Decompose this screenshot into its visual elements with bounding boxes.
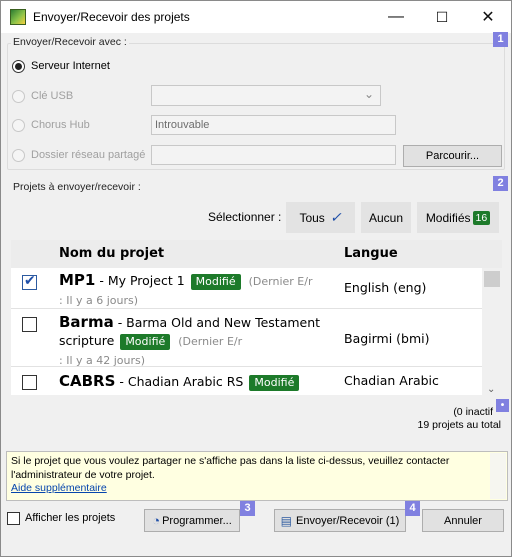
table-header: Nom du projet Langue [11, 240, 502, 268]
checkmark-icon: ✓ [329, 209, 342, 225]
send-with-label: Envoyer/Recevoir avec : [11, 36, 129, 48]
modified-badge: Modifié [120, 334, 171, 350]
last-sync-ago: : Il y a 42 jours) [59, 354, 146, 367]
select-modified-button[interactable]: Modifiés 16 [417, 202, 499, 233]
table-row[interactable]: MP1 - My Project 1 Modifié (Dernier E/r :… [11, 268, 482, 309]
inactive-count: (0 inactif [453, 406, 493, 418]
info-message: Si le projet que vous voulez partager ne… [11, 455, 450, 481]
section-4-badge: 4 [405, 501, 420, 516]
chorus-hub-radio[interactable] [12, 119, 25, 132]
project-code: CABRS [59, 372, 116, 390]
project-name-cell: Barma - Barma Old and New Testament scri… [59, 313, 339, 370]
usb-label: Clé USB [31, 90, 74, 102]
row-checkbox[interactable] [22, 273, 37, 290]
schedule-label: Programmer... [162, 514, 232, 527]
close-button[interactable]: ✕ [465, 1, 511, 33]
send-receive-label: Envoyer/Recevoir (1) [296, 514, 400, 527]
window-title: Envoyer/Recevoir des projets [33, 10, 190, 24]
section-2-badge: 2 [493, 176, 508, 191]
last-sync-label: (Dernier E/r [248, 275, 313, 288]
chorus-hub-status-field: Introuvable [151, 115, 396, 135]
network-folder-radio[interactable] [12, 149, 25, 162]
modified-badge: Modifié [249, 375, 300, 391]
send-receive-icon: ▤ [280, 513, 292, 528]
column-project-name[interactable]: Nom du projet [59, 246, 164, 261]
column-language[interactable]: Langue [344, 246, 398, 261]
project-full-name: - My Project 1 [95, 273, 185, 288]
send-receive-button[interactable]: ▤ Envoyer/Recevoir (1) [274, 509, 406, 532]
network-folder-field[interactable] [151, 145, 396, 165]
cancel-button[interactable]: Annuler [422, 509, 504, 532]
usb-drive-select[interactable]: ⌄ [151, 85, 381, 106]
network-folder-label: Dossier réseau partagé [31, 149, 146, 161]
modified-badge: Modifié [190, 274, 241, 290]
projects-table: Nom du projet Langue MP1 - My Project 1M… [11, 240, 502, 395]
last-sync-label: (Dernier E/r [178, 335, 243, 348]
scrollbar-thumb[interactable] [484, 271, 500, 287]
maximize-button[interactable]: ☐ [419, 1, 465, 33]
info-marker-icon: • [496, 399, 509, 412]
scroll-down-icon[interactable]: ⌄ [487, 384, 495, 395]
last-sync-ago: : Il y a 6 jours) [59, 294, 139, 307]
total-projects: 19 projets au total [417, 419, 501, 431]
select-none-button[interactable]: Aucun [361, 202, 411, 233]
language-cell: English (eng) [344, 280, 427, 295]
usb-radio[interactable] [12, 90, 25, 103]
select-modified-label: Modifiés [425, 210, 471, 225]
title-bar: Envoyer/Recevoir des projets — ☐ ✕ [1, 1, 511, 33]
minimize-button[interactable]: — [373, 1, 419, 33]
table-row[interactable]: CABRS - Chadian Arabic RS Modifié Chadian… [11, 368, 482, 395]
projects-label: Projets à envoyer/recevoir : [11, 181, 143, 193]
row-checkbox[interactable] [22, 375, 37, 390]
paratext-logo-icon [10, 9, 26, 25]
chevron-down-icon: ⌄ [363, 87, 374, 101]
clock-icon: ◔ [152, 513, 161, 528]
modified-count-badge: 16 [472, 210, 491, 225]
language-cell: Bagirmi (bmi) [344, 331, 430, 346]
select-all-button[interactable]: Tous ✓ [286, 202, 355, 233]
project-name-cell: CABRS - Chadian Arabic RS Modifié [59, 372, 339, 391]
internet-server-radio[interactable] [12, 60, 25, 73]
project-code: Barma [59, 313, 114, 331]
schedule-button[interactable]: ◔ Programmer... [144, 509, 240, 532]
select-label: Sélectionner : [208, 210, 282, 224]
section-3-badge: 3 [240, 501, 255, 516]
language-cell: Chadian Arabic [344, 373, 439, 388]
section-1-badge: 1 [493, 32, 508, 47]
project-name-cell: MP1 - My Project 1 Modifié (Dernier E/r :… [59, 271, 339, 310]
show-projects-checkbox[interactable] [7, 512, 20, 525]
browse-button[interactable]: Parcourir... [403, 145, 502, 167]
chorus-hub-label: Chorus Hub [31, 119, 90, 131]
send-receive-dialog: Envoyer/Recevoir des projets — ☐ ✕ Envoy… [0, 0, 512, 557]
info-scrollbar[interactable] [490, 453, 506, 499]
help-link[interactable]: Aide supplémentaire [11, 482, 107, 494]
select-all-label: Tous [299, 210, 325, 225]
project-full-name: - Chadian Arabic RS [115, 374, 244, 389]
project-code: MP1 [59, 271, 96, 289]
internet-server-label: Serveur Internet [31, 60, 110, 72]
info-message-box: Si le projet que vous voulez partager ne… [6, 451, 508, 501]
table-scrollbar[interactable]: ⌄ [482, 268, 502, 395]
row-checkbox[interactable] [22, 317, 37, 332]
table-row[interactable]: Barma - Barma Old and New Testament scri… [11, 310, 482, 367]
show-projects-label: Afficher les projets [25, 512, 116, 524]
